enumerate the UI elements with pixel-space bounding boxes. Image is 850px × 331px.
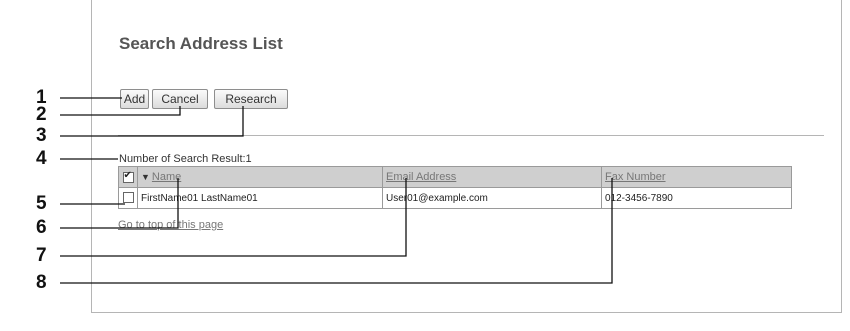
search-results-table: ▼Name Email Address Fax Number FirstName… [118,166,792,209]
row-checkbox[interactable] [122,192,134,204]
name-cell: FirstName01 LastName01 [137,187,383,209]
search-result-count: Number of Search Result:1 [119,153,252,165]
select-all-cell [118,166,138,188]
page-title: Search Address List [119,34,283,53]
sort-descending-icon[interactable]: ▼ [141,172,150,182]
fax-cell: 012-3456-7890 [601,187,792,209]
callout-8: 8 [36,272,47,293]
callout-7: 7 [36,245,47,266]
table-header-row: ▼Name Email Address Fax Number [118,166,792,188]
email-column-header: Email Address [382,166,602,188]
research-button[interactable]: Research [214,89,288,109]
callout-2: 2 [36,104,47,125]
table-row: FirstName01 LastName01 User01@example.co… [118,187,792,209]
email-cell: User01@example.com [382,187,602,209]
select-all-checkbox[interactable] [122,170,134,183]
name-sort-link[interactable]: Name [152,171,181,183]
callout-4: 4 [36,148,47,169]
add-button[interactable]: Add [120,89,149,109]
callout-5: 5 [36,193,47,214]
row-select-cell [118,187,138,209]
name-column-header: ▼ Name [137,166,383,188]
divider [118,135,824,136]
cancel-button[interactable]: Cancel [152,89,208,109]
email-sort-link[interactable]: Email Address [386,171,456,183]
callout-3: 3 [36,125,47,146]
fax-column-header: Fax Number [601,166,792,188]
callout-6: 6 [36,217,47,238]
fax-sort-link[interactable]: Fax Number [605,171,666,183]
go-to-top-link[interactable]: Go to top of this page [118,219,223,231]
